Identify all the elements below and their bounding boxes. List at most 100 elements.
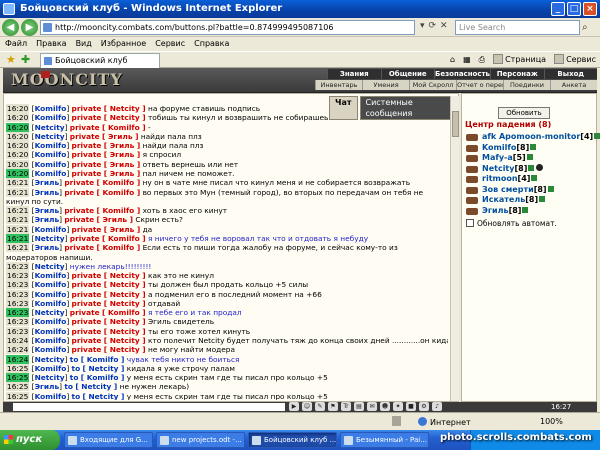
message-recipient[interactable]: [ Komilfo ] (102, 234, 146, 243)
message-recipient[interactable]: [ Эгиль ] (104, 141, 140, 150)
info-icon[interactable] (530, 143, 537, 150)
subnav-my-scroll[interactable]: Мой Скролл (409, 80, 456, 90)
message-recipient[interactable]: [ Netcity ] (104, 113, 146, 122)
message-recipient[interactable]: [ Эгиль ] (104, 160, 140, 169)
player-name[interactable]: Зов смерти (482, 185, 534, 194)
message-sender[interactable]: Komilfo (35, 364, 67, 373)
message-sender[interactable]: Komilfo (35, 104, 67, 113)
pin-icon[interactable]: ✦ (393, 402, 403, 411)
message-recipient[interactable]: [ Komilfo ] (102, 123, 146, 132)
clear-icon[interactable]: ✎ (315, 402, 325, 411)
info-icon[interactable] (528, 164, 535, 171)
search-input[interactable]: Live Search (455, 20, 580, 35)
mood-icon[interactable]: ☻ (380, 402, 390, 411)
menu-edit[interactable]: Правка (36, 37, 66, 51)
message-sender[interactable]: Netcity (35, 308, 65, 317)
player-name[interactable]: ritmoon (482, 174, 518, 183)
info-icon[interactable] (522, 206, 529, 213)
menu-help[interactable]: Справка (194, 37, 229, 51)
minimize-icon[interactable]: _ (551, 2, 565, 16)
message-recipient[interactable]: [ Komilfo ] (102, 308, 146, 317)
message-sender[interactable]: Komilfo (35, 299, 67, 308)
nav-exit[interactable]: Выход (543, 69, 598, 79)
gift-icon[interactable]: ✉ (367, 402, 377, 411)
scroll-thumb[interactable] (452, 111, 459, 137)
subnav-skills[interactable]: Умения (362, 80, 409, 90)
menu-file[interactable]: Файл (5, 37, 27, 51)
message-sender[interactable]: Komilfo (35, 271, 67, 280)
zoom-level[interactable]: 100% (540, 417, 563, 426)
print-icon[interactable]: ⎙ (479, 54, 485, 66)
player-item[interactable]: afk Apomoon-monitor[4] (466, 132, 600, 143)
player-item[interactable]: ritmoon[4] (466, 174, 596, 185)
tools-menu[interactable]: Сервис (554, 54, 596, 66)
message-sender[interactable]: Komilfo (35, 225, 67, 234)
message-sender[interactable]: Эгиль (35, 243, 60, 252)
subnav-profile[interactable]: Анкета (550, 80, 597, 90)
message-recipient[interactable]: [ Netcity ] (104, 336, 146, 345)
back-icon[interactable]: ◀ (2, 19, 19, 36)
settings-icon[interactable]: ⚙ (419, 402, 429, 411)
player-name[interactable]: Искатель (482, 195, 525, 204)
message-recipient[interactable]: [ Эгиль ] (104, 150, 140, 159)
add-favorite-icon[interactable]: ✚ (21, 53, 30, 67)
message-sender[interactable]: Netcity (35, 123, 65, 132)
player-name[interactable]: Эгиль (482, 206, 509, 215)
message-recipient[interactable]: [ Netcity ] (104, 299, 146, 308)
menu-view[interactable]: Вид (76, 37, 92, 51)
message-sender[interactable]: Эгиль (35, 178, 60, 187)
browser-tab[interactable]: Бойцовский клуб (40, 53, 160, 68)
home-icon[interactable]: ⌂ (450, 54, 455, 66)
message-sender[interactable]: Netcity (35, 373, 65, 382)
auto-update-toggle[interactable]: Обновлять автомат. (466, 219, 557, 229)
message-sender[interactable]: Netcity (35, 234, 65, 243)
message-recipient[interactable]: [ Netcity ] (104, 280, 146, 289)
message-recipient[interactable]: [ Netcity ] (104, 327, 146, 336)
message-recipient[interactable]: [ Эгиль ] (102, 132, 138, 141)
translit-icon[interactable]: Tr (341, 402, 351, 411)
menu-favorites[interactable]: Избранное (101, 37, 146, 51)
message-sender[interactable]: Komilfo (35, 336, 67, 345)
message-recipient[interactable]: [ Netcity ] (104, 271, 146, 280)
player-name[interactable]: afk Apomoon-monitor (482, 132, 580, 141)
message-sender[interactable]: Эгиль (35, 206, 60, 215)
maximize-icon[interactable]: □ (567, 2, 581, 16)
message-sender[interactable]: Komilfo (35, 317, 67, 326)
address-bar[interactable]: http://mooncity.combats.com/buttons.pl?b… (40, 20, 415, 35)
message-recipient[interactable]: [ Komilfo ] (97, 243, 141, 252)
info-icon[interactable] (526, 154, 533, 160)
chat-input[interactable] (13, 403, 285, 411)
nav-character[interactable]: Персонаж (489, 69, 544, 79)
message-sender[interactable]: Komilfo (35, 290, 67, 299)
player-name[interactable]: Netcity (482, 164, 514, 173)
taskbar-item[interactable]: Безымянный - Pai... (340, 432, 429, 448)
message-sender[interactable]: Komilfo (35, 280, 67, 289)
message-sender[interactable]: Komilfo (35, 113, 67, 122)
message-sender[interactable]: Komilfo (35, 392, 67, 400)
subnav-transfers[interactable]: Отчет о переводах (456, 80, 503, 90)
message-recipient[interactable]: [ Komilfo ] (97, 178, 141, 187)
message-recipient[interactable]: [ Netcity ] (75, 382, 117, 391)
nav-communication[interactable]: Общение (380, 69, 435, 79)
message-recipient[interactable]: [ Netcity ] (83, 364, 125, 373)
message-sender[interactable]: Komilfo (35, 169, 67, 178)
menu-tools[interactable]: Сервис (155, 37, 185, 51)
message-recipient[interactable]: [ Netcity ] (104, 345, 146, 354)
taskbar-item[interactable]: new projects.odt -... (156, 432, 245, 448)
taskbar-item[interactable]: Входящие для G... (64, 432, 153, 448)
message-sender[interactable]: Komilfo (35, 345, 67, 354)
message-sender[interactable]: Komilfo (35, 141, 67, 150)
player-item[interactable]: Netcity[8] (466, 163, 596, 175)
player-name[interactable]: Komilfo (482, 143, 516, 152)
message-recipient[interactable]: [ Netcity ] (104, 104, 146, 113)
message-sender[interactable]: Эгиль (35, 188, 60, 197)
player-item[interactable]: Komilfo[8] (466, 143, 596, 154)
message-sender[interactable]: Netcity (35, 132, 65, 141)
player-item[interactable]: Зов смерти[8] (466, 185, 596, 196)
info-icon[interactable] (539, 196, 546, 202)
feeds-icon[interactable]: ▦ (463, 54, 471, 66)
search-icon[interactable]: ⌕ (582, 21, 596, 34)
message-recipient[interactable]: [ Komilfo ] (81, 355, 125, 364)
chat-scrollbar[interactable] (450, 96, 459, 401)
player-item[interactable]: Mafy-a[5] (466, 153, 596, 164)
